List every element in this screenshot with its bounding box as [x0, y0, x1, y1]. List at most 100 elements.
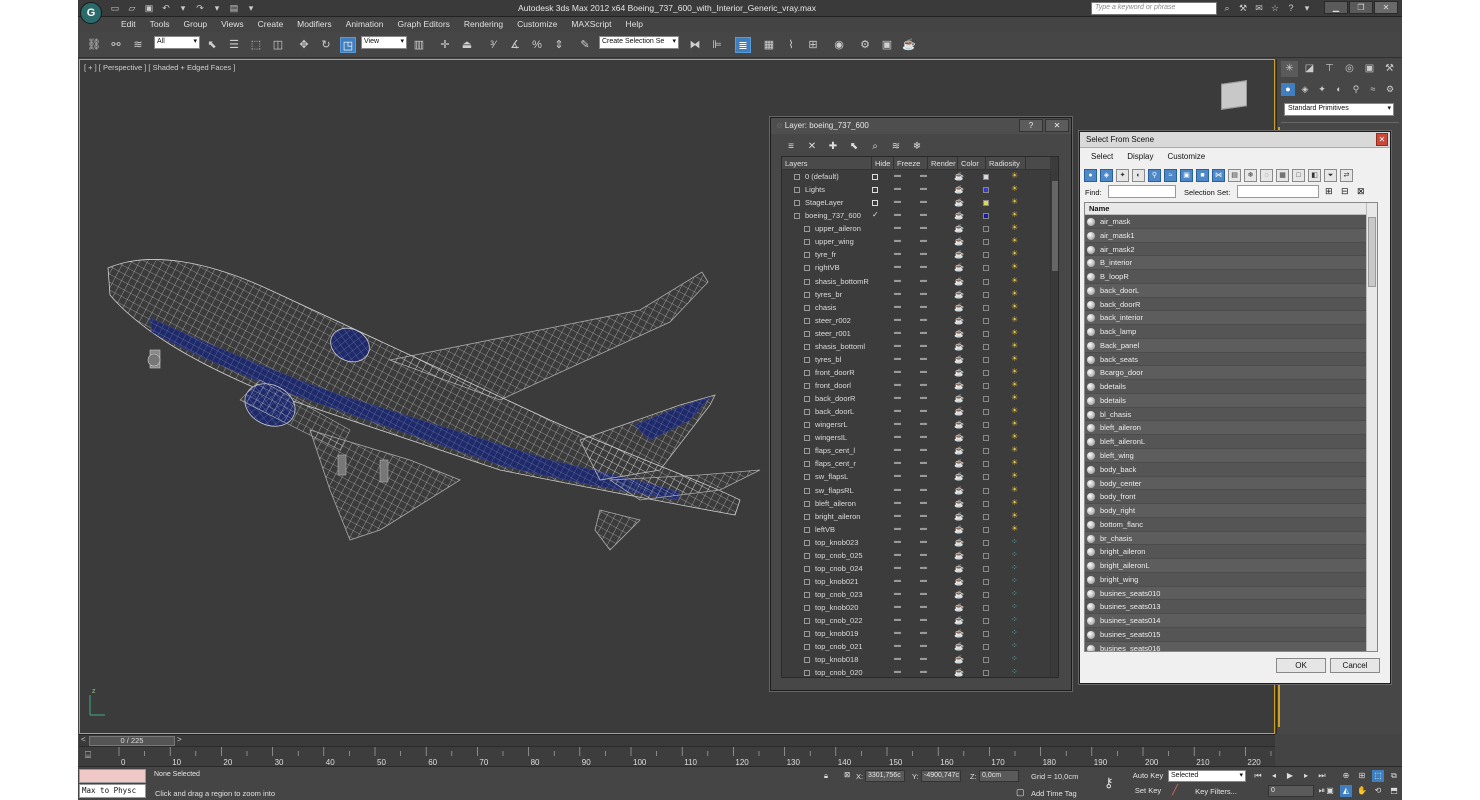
- hide-toggle[interactable]: ▬: [894, 394, 901, 401]
- radiosity-sun-icon[interactable]: ☀: [1011, 236, 1018, 245]
- freeze-toggle[interactable]: ▬: [920, 224, 927, 231]
- menu-rendering[interactable]: Rendering: [457, 17, 510, 32]
- layer-row[interactable]: steer_r001 ▬ ▬ ☕ ☀: [782, 328, 1050, 341]
- scene-object-row[interactable]: back_seats: [1085, 352, 1377, 367]
- radiosity-sun-icon[interactable]: ☀: [1011, 524, 1018, 533]
- layer-row[interactable]: bright_aileron ▬ ▬ ☕ ☀: [782, 511, 1050, 524]
- align-icon[interactable]: ⊫: [709, 37, 725, 53]
- scene-object-row[interactable]: busines_seats016: [1085, 641, 1377, 651]
- radiosity-sun-icon[interactable]: ☀: [1011, 276, 1018, 285]
- select-by-name-icon[interactable]: ☰: [226, 37, 242, 53]
- menu-animation[interactable]: Animation: [339, 17, 391, 32]
- layer-row[interactable]: boeing_737_600 ✓ ▬ ▬ ☕ ☀: [782, 210, 1050, 223]
- hide-toggle[interactable]: ▬: [894, 642, 901, 649]
- layer-row[interactable]: sw_flapsL ▬ ▬ ☕ ☀: [782, 471, 1050, 484]
- edit-named-selection-icon[interactable]: ✎: [577, 37, 593, 53]
- layer-dialog-close-button[interactable]: ✕: [1045, 119, 1069, 132]
- keyboard-shortcut-override-icon[interactable]: ⏏: [459, 37, 475, 53]
- x-coordinate-field[interactable]: 3301,756c: [865, 770, 905, 782]
- pivot-center-icon[interactable]: ▥: [411, 37, 427, 53]
- radiosity-dots-icon[interactable]: ⁘: [1011, 563, 1018, 572]
- display-all-icon[interactable]: ▦: [1276, 168, 1289, 182]
- zoom-extents-icon[interactable]: ⬚: [1372, 770, 1384, 782]
- hide-toggle[interactable]: ▬: [894, 668, 901, 675]
- current-layer-checkbox[interactable]: [872, 174, 878, 180]
- undo-icon[interactable]: ↶: [159, 2, 173, 14]
- scene-object-row[interactable]: bleft_aileron: [1085, 421, 1377, 436]
- maxscript-mini-listener[interactable]: Max to Physc: [79, 784, 146, 798]
- menu-help[interactable]: Help: [618, 17, 649, 32]
- unlink-icon[interactable]: ⚯: [108, 37, 124, 53]
- layer-row[interactable]: back_doorL ▬ ▬ ☕ ☀: [782, 406, 1050, 419]
- freeze-toggle[interactable]: ▬: [920, 198, 927, 205]
- hide-toggle[interactable]: ▬: [894, 185, 901, 192]
- hide-toggle[interactable]: ▬: [894, 290, 901, 297]
- layer-row[interactable]: rightVB ▬ ▬ ☕ ☀: [782, 262, 1050, 275]
- hide-toggle[interactable]: ▬: [894, 499, 901, 506]
- radiosity-sun-icon[interactable]: ☀: [1011, 315, 1018, 324]
- radiosity-sun-icon[interactable]: ☀: [1011, 354, 1018, 363]
- hide-toggle[interactable]: ▬: [894, 172, 901, 179]
- layer-color-swatch[interactable]: [983, 239, 989, 246]
- hide-toggle[interactable]: ▬: [894, 381, 901, 388]
- select-dialog-title[interactable]: Select From Scene: [1080, 132, 1390, 148]
- zoom-all-icon[interactable]: ⊞: [1356, 770, 1368, 782]
- schematic-view-icon[interactable]: ⊞: [805, 37, 821, 53]
- radiosity-sun-icon[interactable]: ☀: [1011, 328, 1018, 337]
- layer-color-swatch[interactable]: [983, 226, 989, 233]
- display-groups-icon[interactable]: ▣: [1180, 168, 1193, 182]
- freeze-toggle[interactable]: ▬: [920, 655, 927, 662]
- layer-row[interactable]: top_cnob_024 ▬ ▬ ☕ ⁘: [782, 563, 1050, 576]
- render-teapot-icon[interactable]: ☕: [954, 303, 964, 312]
- hide-toggle[interactable]: ▬: [894, 368, 901, 375]
- scale-icon[interactable]: ◳: [340, 37, 356, 53]
- hide-toggle[interactable]: ▬: [894, 342, 901, 349]
- window-crossing-icon[interactable]: ◫: [270, 37, 286, 53]
- set-key-mode-icon[interactable]: ⚷: [1104, 775, 1114, 791]
- layer-color-swatch[interactable]: [983, 592, 989, 598]
- layer-row[interactable]: front_doorR ▬ ▬ ☕ ☀: [782, 367, 1050, 380]
- spinner-snap-icon[interactable]: ⇕: [551, 37, 567, 53]
- hide-toggle[interactable]: ▬: [894, 603, 901, 610]
- layer-row[interactable]: wingersrL ▬ ▬ ☕ ☀: [782, 419, 1050, 432]
- layer-row[interactable]: StageLayer ▬ ▬ ☕ ☀: [782, 197, 1050, 210]
- radiosity-dots-icon[interactable]: ⁘: [1011, 550, 1018, 559]
- layer-color-swatch[interactable]: [983, 461, 989, 468]
- field-of-view-icon[interactable]: ◭: [1340, 785, 1352, 797]
- freeze-toggle[interactable]: ▬: [920, 499, 927, 506]
- hide-toggle[interactable]: ▬: [894, 420, 901, 427]
- time-tag-icon[interactable]: ▢: [1016, 787, 1025, 798]
- display-xrefs-icon[interactable]: ■: [1196, 168, 1209, 182]
- rectangular-selection-icon[interactable]: ⬚: [248, 37, 264, 53]
- layer-row[interactable]: top_knob021 ▬ ▬ ☕ ⁘: [782, 576, 1050, 589]
- scene-object-row[interactable]: bright_aileron: [1085, 545, 1377, 560]
- layer-row[interactable]: steer_r002 ▬ ▬ ☕ ☀: [782, 315, 1050, 328]
- layer-row[interactable]: leftVB ▬ ▬ ☕ ☀: [782, 524, 1050, 537]
- render-teapot-icon[interactable]: ☕: [954, 342, 964, 351]
- rendered-frame-window-icon[interactable]: ▣: [879, 37, 895, 53]
- selection-set-dropdown[interactable]: [1237, 185, 1319, 198]
- set-key-button[interactable]: Set Key: [1128, 785, 1168, 798]
- shapes-icon[interactable]: ◈: [1298, 83, 1312, 96]
- freeze-toggle[interactable]: ▬: [920, 303, 927, 310]
- layer-color-swatch[interactable]: [983, 526, 989, 533]
- maxscript-listener-output[interactable]: [79, 769, 146, 783]
- layer-row[interactable]: 0 (default) ▬ ▬ ☕ ☀: [782, 171, 1050, 184]
- render-setup-icon[interactable]: ⚙: [857, 37, 873, 53]
- render-teapot-icon[interactable]: ☕: [954, 512, 964, 521]
- hide-toggle[interactable]: ▬: [894, 538, 901, 545]
- layer-row[interactable]: top_knob023 ▬ ▬ ☕ ⁘: [782, 537, 1050, 550]
- select-menu-customize[interactable]: Customize: [1160, 150, 1212, 163]
- remove-selection-set-icon[interactable]: ⊠: [1357, 186, 1365, 197]
- menu-customize[interactable]: Customize: [510, 17, 564, 32]
- layer-row[interactable]: wingersIL ▬ ▬ ☕ ☀: [782, 432, 1050, 445]
- render-teapot-icon[interactable]: ☕: [954, 538, 964, 547]
- scene-list-scrollbar[interactable]: [1366, 203, 1377, 651]
- orbit-icon[interactable]: ⟲: [1372, 785, 1384, 797]
- key-mode-dropdown[interactable]: Selected: [1168, 770, 1246, 782]
- render-teapot-icon[interactable]: ☕: [954, 250, 964, 259]
- freeze-toggle[interactable]: ▬: [920, 237, 927, 244]
- select-objects-in-layer-icon[interactable]: ⬉: [846, 139, 862, 154]
- freeze-toggle[interactable]: ▬: [920, 407, 927, 414]
- redo-icon[interactable]: ↷: [193, 2, 207, 14]
